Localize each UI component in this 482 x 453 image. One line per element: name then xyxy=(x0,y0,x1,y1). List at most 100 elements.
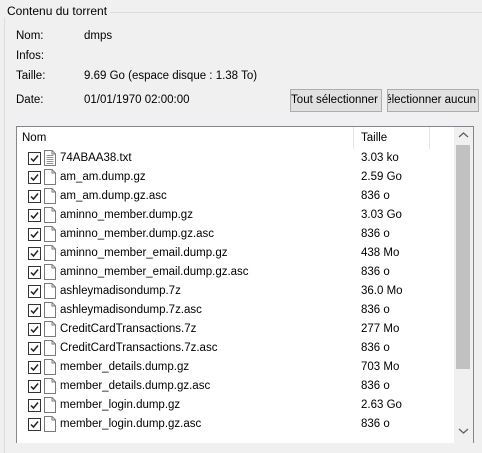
file-row[interactable]: am_am.dump.gz.asc 836 o xyxy=(17,187,454,206)
file-icon xyxy=(44,378,56,394)
file-size: 2.59 Go xyxy=(361,171,402,183)
file-size: 2.63 Go xyxy=(361,399,402,411)
file-row[interactable]: member_details.dump.gz.asc 836 o xyxy=(17,377,454,396)
file-name: CreditCardTransactions.7z.asc xyxy=(60,342,218,354)
column-header-name[interactable]: Nom xyxy=(22,127,46,149)
file-size: 836 o xyxy=(361,418,390,430)
column-divider[interactable] xyxy=(353,127,354,149)
checkmark-icon xyxy=(30,326,39,334)
file-size: 836 o xyxy=(361,304,390,316)
file-checkbox[interactable] xyxy=(28,418,41,431)
file-name: aminno_member_email.dump.gz.asc xyxy=(60,266,249,278)
file-checkbox[interactable] xyxy=(28,399,41,412)
file-row[interactable]: ashleymadisondump.7z 36.0 Mo xyxy=(17,282,454,301)
file-icon xyxy=(44,226,56,242)
file-row[interactable]: CreditCardTransactions.7z 277 Mo xyxy=(17,320,454,339)
file-icon xyxy=(44,359,56,375)
file-row[interactable]: aminno_member_email.dump.gz 438 Mo xyxy=(17,244,454,263)
file-size: 703 Mo xyxy=(361,361,400,373)
checkmark-icon xyxy=(30,212,39,220)
file-checkbox[interactable] xyxy=(28,190,41,203)
checkmark-icon xyxy=(30,364,39,372)
checkmark-icon xyxy=(30,155,39,163)
file-icon xyxy=(44,321,56,337)
checkmark-icon xyxy=(30,174,39,182)
deselect-all-button[interactable]: Désélectionner aucun xyxy=(387,89,479,112)
group-title: Contenu du torrent xyxy=(4,4,111,18)
size-value: 9.69 Go (espace disque : 1.38 To) xyxy=(84,70,258,82)
name-value: dmps xyxy=(84,30,113,42)
file-checkbox[interactable] xyxy=(28,342,41,355)
file-icon xyxy=(44,302,56,318)
file-row[interactable]: am_am.dump.gz 2.59 Go xyxy=(17,168,454,187)
file-row[interactable]: aminno_member.dump.gz 3.03 Go xyxy=(17,206,454,225)
file-row[interactable]: ashleymadisondump.7z.asc 836 o xyxy=(17,301,454,320)
date-value: 01/01/1970 02:00:00 xyxy=(84,94,190,106)
file-size: 836 o xyxy=(361,190,390,202)
file-size: 3.03 Go xyxy=(361,209,402,221)
infos-label: Infos: xyxy=(16,50,45,62)
select-all-button[interactable]: Tout sélectionner xyxy=(290,89,382,112)
file-icon xyxy=(44,245,56,261)
file-icon xyxy=(44,207,56,223)
file-row[interactable]: CreditCardTransactions.7z.asc 836 o xyxy=(17,339,454,358)
file-row[interactable]: aminno_member.dump.gz.asc 836 o xyxy=(17,225,454,244)
file-checkbox[interactable] xyxy=(28,228,41,241)
chevron-up-icon xyxy=(458,132,469,138)
file-name: CreditCardTransactions.7z xyxy=(60,323,197,335)
file-icon xyxy=(44,264,56,280)
file-size: 3.03 ko xyxy=(361,152,399,164)
file-checkbox[interactable] xyxy=(28,304,41,317)
checkmark-icon xyxy=(30,288,39,296)
list-header: Nom Taille xyxy=(17,127,454,149)
checkmark-icon xyxy=(30,193,39,201)
file-size: 836 o xyxy=(361,266,390,278)
file-checkbox[interactable] xyxy=(28,171,41,184)
file-row[interactable]: aminno_member_email.dump.gz.asc 836 o xyxy=(17,263,454,282)
vertical-scrollbar[interactable] xyxy=(454,127,473,443)
checkmark-icon xyxy=(30,231,39,239)
scroll-up-button[interactable] xyxy=(454,127,473,144)
file-name: ashleymadisondump.7z.asc xyxy=(60,304,202,316)
file-size: 836 o xyxy=(361,380,390,392)
name-label: Nom: xyxy=(16,30,44,42)
scroll-down-button[interactable] xyxy=(454,423,473,440)
checkmark-icon xyxy=(30,250,39,258)
file-icon xyxy=(44,397,56,413)
file-name: member_login.dump.gz.asc xyxy=(60,418,202,430)
column-divider[interactable] xyxy=(429,127,430,149)
file-checkbox[interactable] xyxy=(28,285,41,298)
file-row[interactable]: member_login.dump.gz.asc 836 o xyxy=(17,415,454,434)
scrollbar-thumb[interactable] xyxy=(456,145,470,369)
file-checkbox[interactable] xyxy=(28,152,41,165)
column-header-size[interactable]: Taille xyxy=(361,127,387,149)
file-icon xyxy=(44,169,56,185)
file-row[interactable]: member_details.dump.gz 703 Mo xyxy=(17,358,454,377)
file-icon xyxy=(44,150,56,166)
file-size: 36.0 Mo xyxy=(361,285,403,297)
file-size: 836 o xyxy=(361,342,390,354)
file-size: 277 Mo xyxy=(361,323,400,335)
file-checkbox[interactable] xyxy=(28,247,41,260)
file-name: aminno_member.dump.gz xyxy=(60,209,193,221)
file-checkbox[interactable] xyxy=(28,361,41,374)
file-row[interactable]: member_login.dump.gz 2.63 Go xyxy=(17,396,454,415)
file-name: am_am.dump.gz.asc xyxy=(60,190,167,202)
file-size: 836 o xyxy=(361,228,390,240)
file-name: member_details.dump.gz xyxy=(60,361,190,373)
file-icon xyxy=(44,416,56,432)
checkmark-icon xyxy=(30,383,39,391)
chevron-down-icon xyxy=(458,428,469,434)
checkmark-icon xyxy=(30,402,39,410)
checkmark-icon xyxy=(30,345,39,353)
file-checkbox[interactable] xyxy=(28,209,41,222)
size-label: Taille: xyxy=(16,70,46,82)
file-list[interactable]: Nom Taille 74ABAA38.txt 3.03 ko am_am.dump… xyxy=(16,126,474,443)
file-checkbox[interactable] xyxy=(28,380,41,393)
file-checkbox[interactable] xyxy=(28,323,41,336)
deselect-all-label: Désélectionner aucun xyxy=(387,94,476,106)
file-checkbox[interactable] xyxy=(28,266,41,279)
file-name: aminno_member.dump.gz.asc xyxy=(60,228,215,240)
file-icon xyxy=(44,283,56,299)
file-row[interactable]: 74ABAA38.txt 3.03 ko xyxy=(17,149,454,168)
